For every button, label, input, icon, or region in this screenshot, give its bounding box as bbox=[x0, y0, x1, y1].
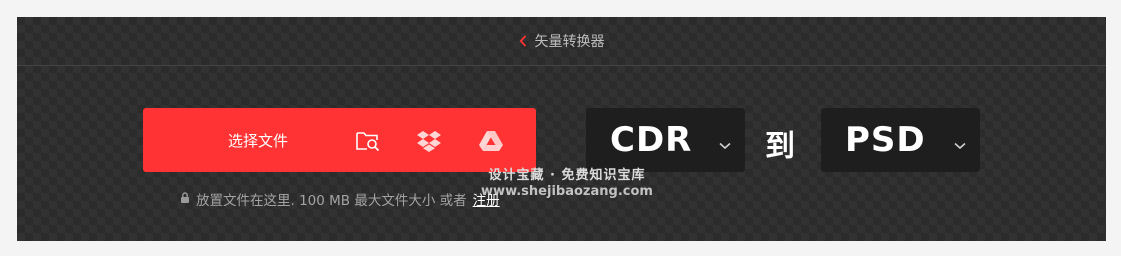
to-label: 到 bbox=[765, 129, 795, 164]
back-link-label: 矢量转换器 bbox=[534, 34, 605, 50]
watermark-title: 设计宝藏 · 免费知识宝库 bbox=[488, 168, 646, 183]
folder-search-icon[interactable] bbox=[355, 129, 381, 153]
watermark: 设计宝藏 · 免费知识宝库 www.shejibaozang.com bbox=[472, 168, 662, 200]
dropbox-icon[interactable] bbox=[416, 129, 442, 153]
google-drive-icon[interactable] bbox=[478, 129, 504, 153]
upload-hint: 放置文件在这里. 100 MB 最大文件大小 或者 注册 bbox=[180, 189, 500, 209]
chevron-down-icon bbox=[719, 135, 731, 154]
converter-panel: 矢量转换器 选择文件 放置文件在这里. 100 MB 最大文件大小 或者 注册 … bbox=[17, 17, 1106, 241]
back-link[interactable]: 矢量转换器 bbox=[519, 31, 605, 51]
chevron-left-icon bbox=[519, 35, 527, 47]
to-format-select[interactable]: PSD bbox=[821, 108, 980, 172]
choose-file-button[interactable]: 选择文件 bbox=[143, 108, 536, 172]
watermark-url: www.shejibaozang.com bbox=[481, 184, 653, 199]
lock-icon bbox=[180, 191, 190, 207]
hint-text: 放置文件在这里. 100 MB 最大文件大小 或者 bbox=[196, 193, 467, 209]
choose-file-label[interactable]: 选择文件 bbox=[213, 130, 303, 151]
from-format-select[interactable]: CDR bbox=[586, 108, 745, 172]
chevron-down-icon bbox=[954, 135, 966, 154]
from-format-value: CDR bbox=[610, 120, 693, 160]
to-format-value: PSD bbox=[845, 120, 926, 160]
top-bar: 矢量转换器 bbox=[17, 17, 1106, 66]
